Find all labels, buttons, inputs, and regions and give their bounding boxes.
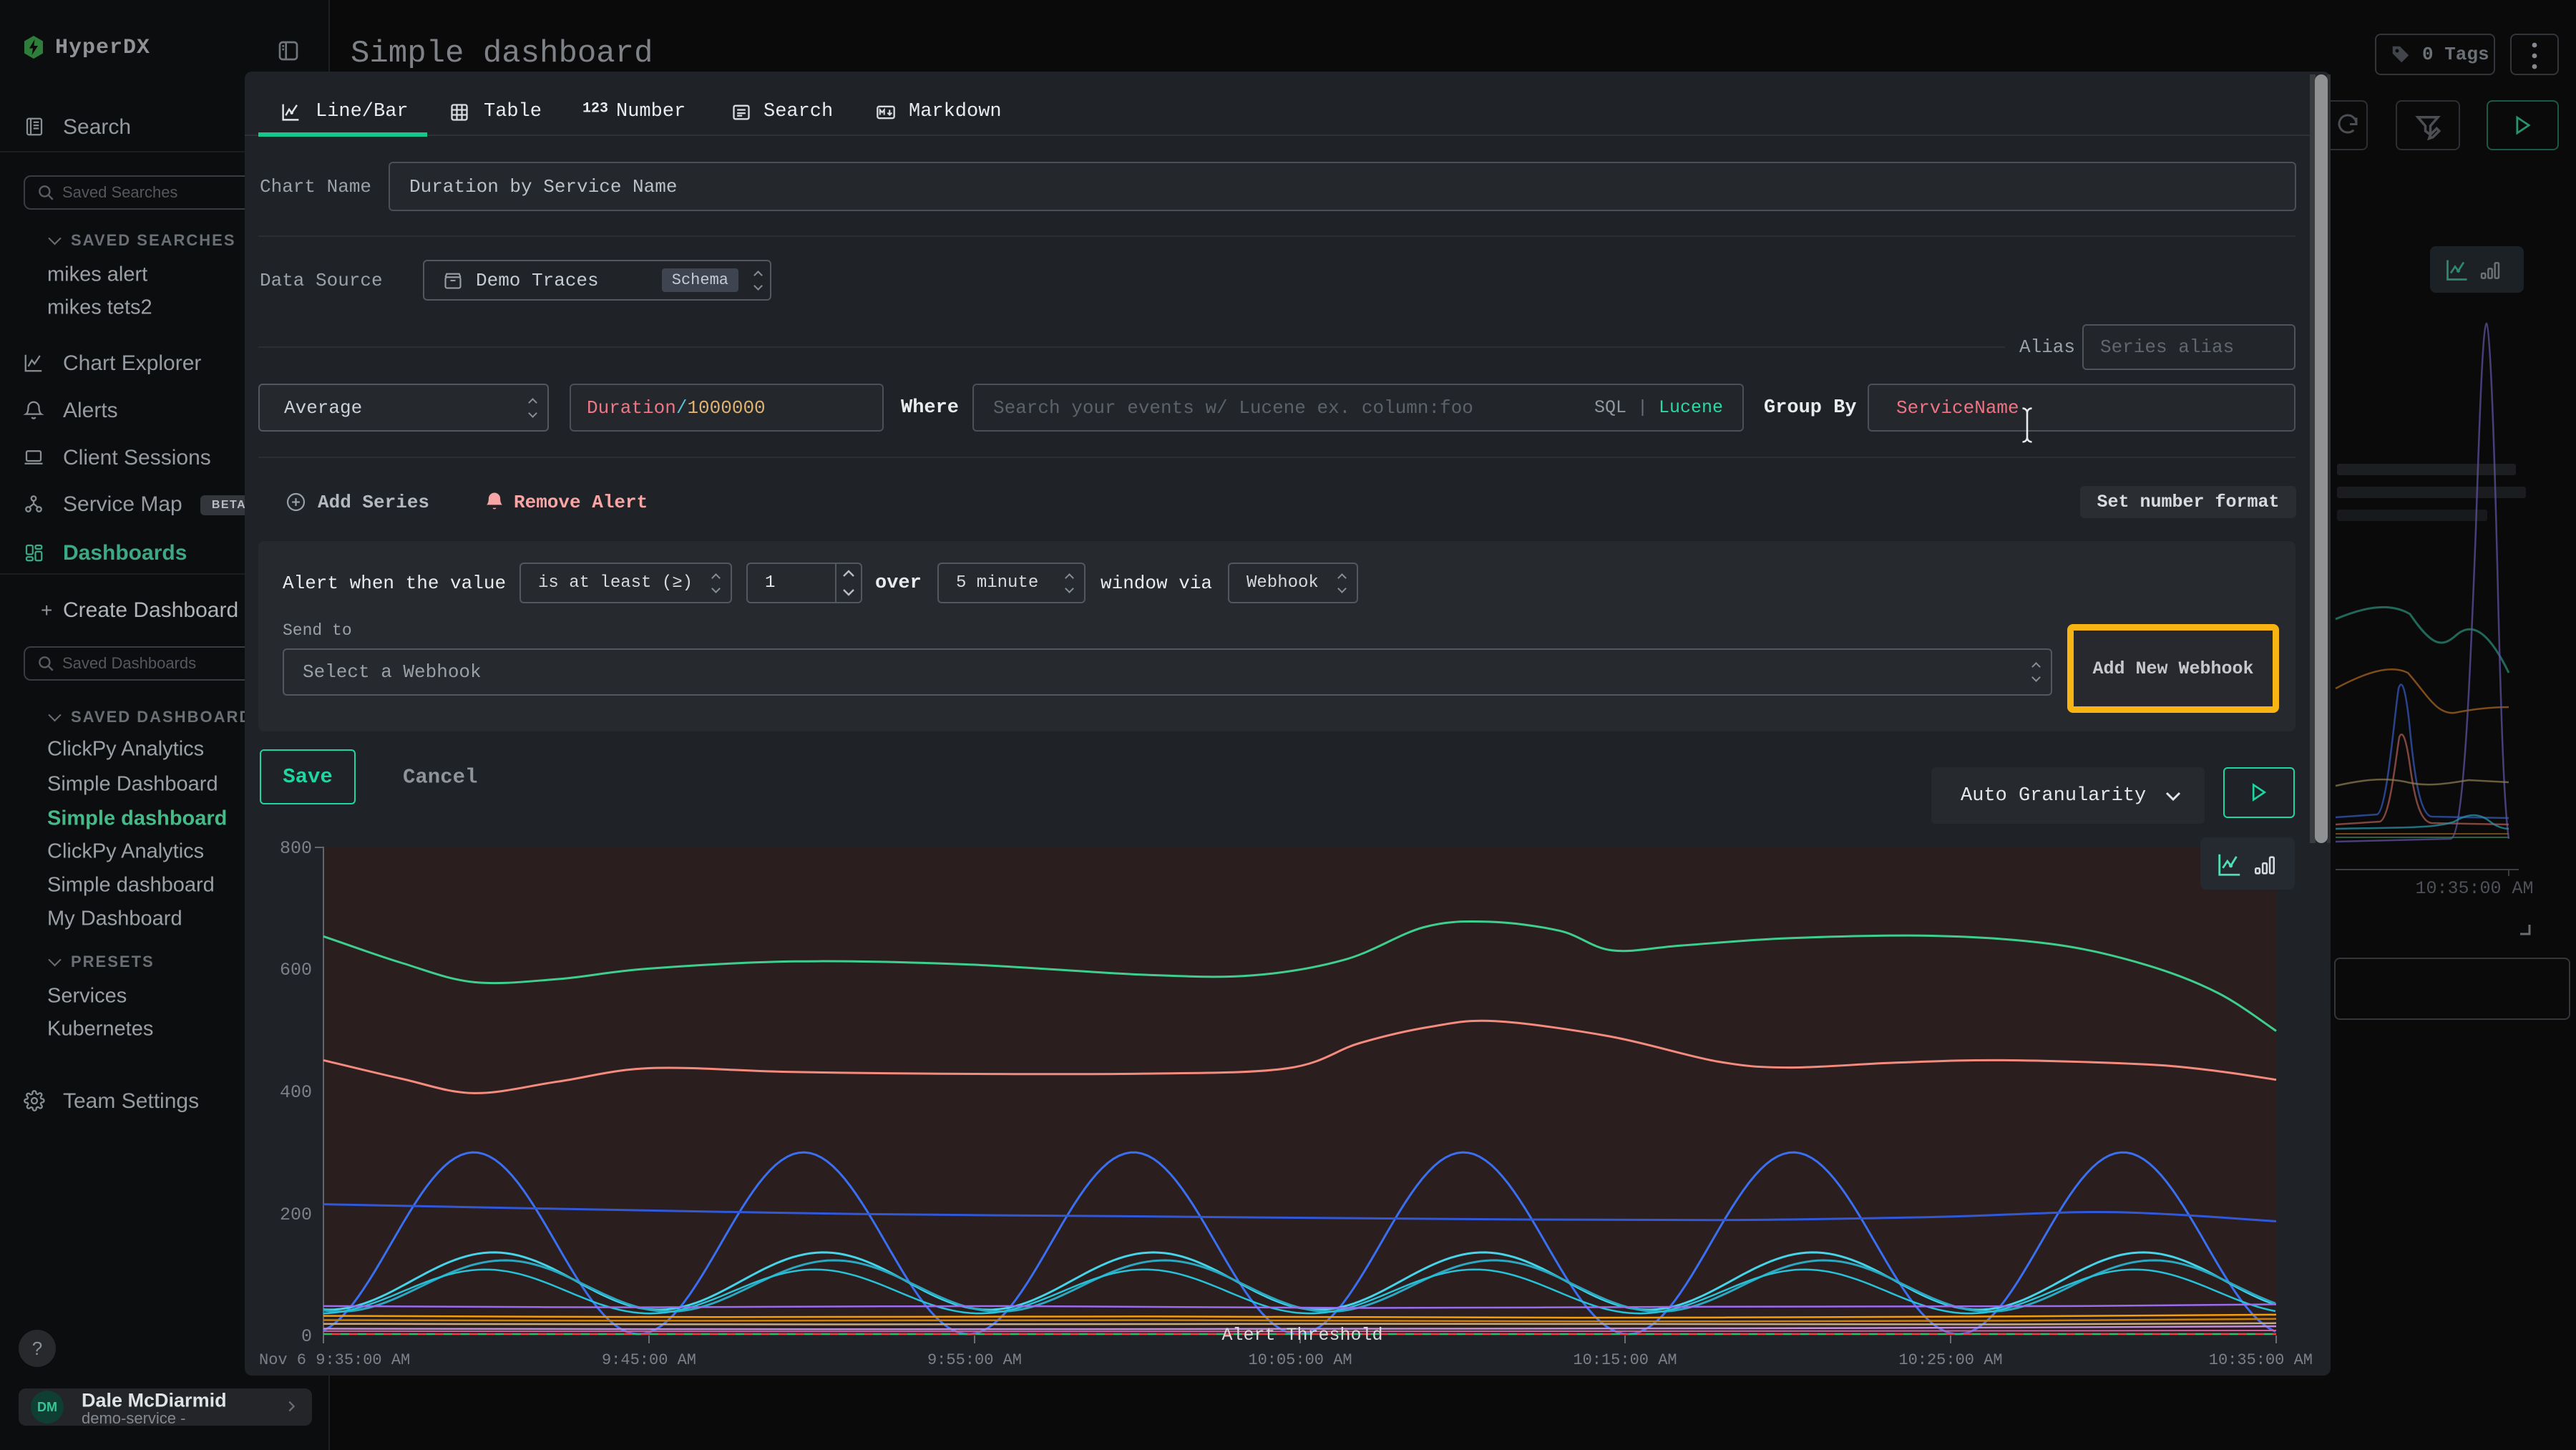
svg-text:10:15:00 AM: 10:15:00 AM xyxy=(1573,1351,1677,1369)
svg-text:800: 800 xyxy=(280,838,312,859)
svg-text:10:35:00 AM: 10:35:00 AM xyxy=(2209,1351,2313,1369)
svg-text:9:55:00 AM: 9:55:00 AM xyxy=(927,1351,1022,1369)
svg-text:200: 200 xyxy=(280,1205,312,1225)
svg-text:0: 0 xyxy=(301,1326,312,1347)
svg-text:Nov 6 9:35:00 AM: Nov 6 9:35:00 AM xyxy=(259,1351,410,1369)
svg-text:10:05:00 AM: 10:05:00 AM xyxy=(1248,1351,1352,1369)
svg-text:9:45:00 AM: 9:45:00 AM xyxy=(602,1351,696,1369)
svg-text:400: 400 xyxy=(280,1082,312,1103)
svg-text:10:25:00 AM: 10:25:00 AM xyxy=(1898,1351,2002,1369)
svg-text:600: 600 xyxy=(280,960,312,981)
svg-text:Alert Threshold: Alert Threshold xyxy=(1221,1325,1382,1346)
